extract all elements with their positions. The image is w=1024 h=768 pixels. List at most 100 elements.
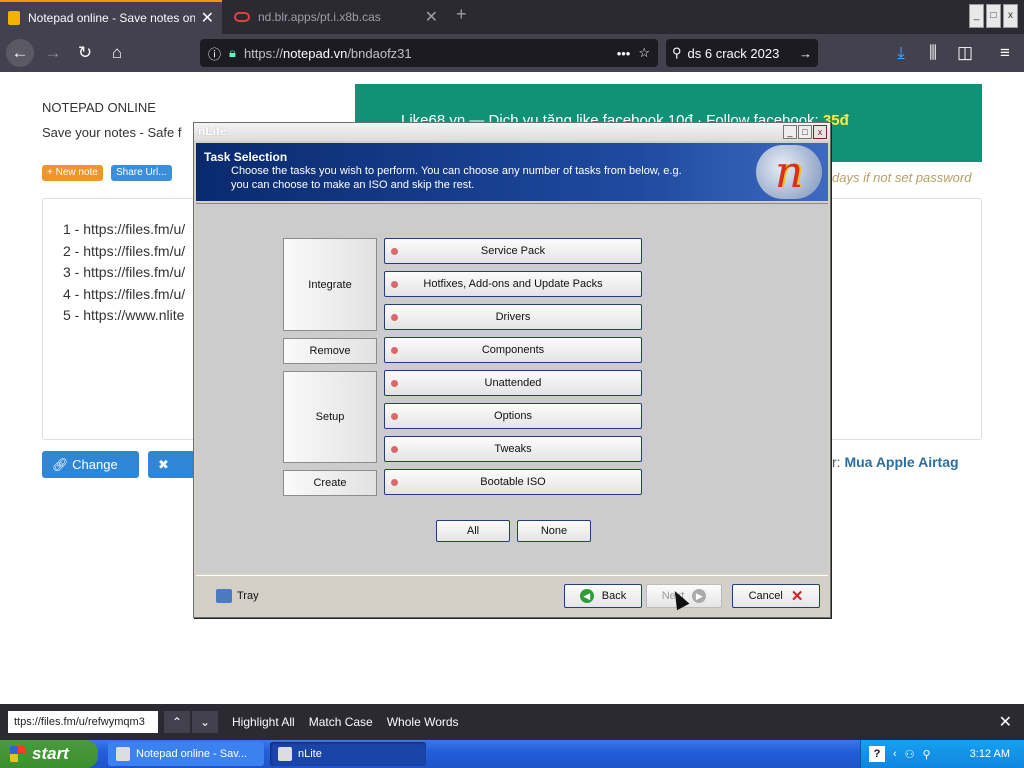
tray-button[interactable]: Tray	[216, 589, 259, 603]
status-dot-icon	[391, 280, 398, 288]
status-dot-icon	[391, 313, 398, 321]
site-subtitle: Save your notes - Safe f	[42, 125, 182, 140]
tab-other[interactable]: nd.blr.apps/pt.i.x8b.cas ✕	[226, 0, 446, 34]
taskbar-item-notepad[interactable]: Notepad online - Sav...	[108, 742, 264, 766]
back-button[interactable]: ◀ Back	[564, 584, 642, 608]
match-case-toggle[interactable]: Match Case	[309, 715, 373, 729]
taskbar-item-nlite[interactable]: nLite	[270, 742, 426, 766]
library-icon[interactable]: ⫼	[920, 41, 946, 65]
find-next-icon[interactable]: ⌄	[192, 711, 218, 733]
address-bar[interactable]: ⓘ 🔒︎ https://notepad.vn/bndaofz31 ••• ☆	[200, 39, 658, 67]
password-hint: days if not set password	[832, 170, 972, 185]
nlite-dialog: nLite _ □ x Task Selection Choose the ta…	[193, 122, 831, 618]
select-all-button[interactable]: All	[436, 520, 510, 542]
sidebar-icon[interactable]: ◫	[952, 41, 978, 65]
task-hotfixes[interactable]: Hotfixes, Add-ons and Update Packs	[384, 271, 642, 297]
search-go-icon[interactable]: →	[799, 46, 812, 61]
menu-icon[interactable]: ≡	[992, 41, 1018, 65]
search-tray-icon[interactable]: ⚲	[923, 748, 931, 761]
status-dot-icon	[391, 412, 398, 420]
dialog-minimize-button[interactable]: _	[783, 125, 797, 139]
link-icon: 🔗︎	[52, 457, 69, 472]
browser-window-controls: _ □ x	[969, 4, 1018, 28]
task-bootable-iso[interactable]: Bootable ISO	[384, 469, 642, 495]
tab-notepad[interactable]: Notepad online - Save notes online ✕	[0, 0, 222, 34]
rename-icon: ✖	[158, 457, 169, 472]
highlight-all-toggle[interactable]: Highlight All	[232, 715, 295, 729]
share-url-button[interactable]: Share Url...	[111, 165, 172, 181]
status-dot-icon	[391, 445, 398, 453]
whole-words-toggle[interactable]: Whole Words	[387, 715, 459, 729]
close-tab-icon[interactable]: ✕	[201, 8, 214, 28]
url-text: https://notepad.vn/bndaofz31	[243, 45, 412, 61]
bookmark-star-icon[interactable]: ☆	[638, 45, 650, 61]
cancel-x-icon: ✕	[790, 588, 804, 605]
site-title: NOTEPAD ONLINE	[42, 100, 156, 115]
find-input[interactable]: ttps://files.fm/u/refwymqm3	[8, 711, 158, 733]
close-tab-icon[interactable]: ✕	[425, 7, 438, 27]
dialog-footer: Tray ◀ Back Next ▶ Cancel ✕	[196, 575, 828, 615]
info-icon[interactable]: ⓘ	[208, 44, 221, 63]
task-tweaks[interactable]: Tweaks	[384, 436, 642, 462]
select-none-button[interactable]: None	[517, 520, 591, 542]
dialog-app-name: nLite	[198, 124, 227, 138]
next-arrow-icon: ▶	[692, 589, 707, 603]
lock-icon: 🔒︎	[229, 45, 236, 60]
task-selection-panel: Integrate Remove Setup Create Service Pa…	[196, 203, 828, 573]
tray-expand-icon[interactable]: ‹	[893, 748, 897, 760]
help-icon[interactable]: ?	[869, 746, 885, 762]
category-integrate[interactable]: Integrate	[283, 238, 377, 331]
close-find-bar-icon[interactable]: ✕	[999, 712, 1012, 732]
task-components[interactable]: Components	[384, 337, 642, 363]
tray-icon	[216, 589, 232, 603]
close-window-button[interactable]: x	[1003, 4, 1018, 28]
network-icon[interactable]: ⚇	[905, 748, 915, 761]
system-tray: ? ‹ ⚇ ⚲ 3:12 AM	[860, 740, 1024, 768]
notepad-favicon-icon	[8, 11, 20, 25]
windows-logo-icon	[10, 746, 26, 762]
search-input[interactable]: ds 6 crack 2023	[688, 46, 793, 61]
task-service-pack[interactable]: Service Pack	[384, 238, 642, 264]
new-note-button[interactable]: + New note	[42, 165, 103, 181]
start-button[interactable]: start	[0, 740, 98, 768]
find-previous-icon[interactable]: ⌃	[164, 711, 190, 733]
status-dot-icon	[391, 478, 398, 486]
download-icon[interactable]: ⤓	[888, 41, 914, 65]
back-arrow-icon[interactable]: ←	[6, 39, 34, 67]
forward-arrow-icon[interactable]: →	[40, 41, 66, 65]
status-dot-icon	[391, 379, 398, 387]
page-actions-icon[interactable]: •••	[617, 46, 631, 61]
task-options[interactable]: Options	[384, 403, 642, 429]
back-arrow-icon: ◀	[579, 589, 594, 603]
tab-title: nd.blr.apps/pt.i.x8b.cas	[258, 10, 381, 24]
header-description: Choose the tasks you wish to perform. Yo…	[231, 165, 682, 177]
nlite-logo-icon: n	[756, 145, 822, 199]
category-remove[interactable]: Remove	[283, 338, 377, 364]
header-description: you can choose to make an ISO and skip t…	[231, 179, 475, 191]
task-drivers[interactable]: Drivers	[384, 304, 642, 330]
rename-button[interactable]: ✖ Ren	[148, 451, 198, 499]
nav-bar: ← → ↻ ⌂ ⓘ 🔒︎ https://notepad.vn/bndaofz3…	[0, 34, 1024, 72]
dialog-close-button[interactable]: x	[813, 125, 827, 139]
dialog-window-controls: _ □ x	[783, 125, 827, 139]
category-create[interactable]: Create	[283, 470, 377, 496]
search-icon: ⚲	[672, 45, 682, 60]
dialog-maximize-button[interactable]: □	[798, 125, 812, 139]
dialog-titlebar[interactable]: nLite _ □ x	[194, 123, 830, 141]
task-unattended[interactable]: Unattended	[384, 370, 642, 396]
cancel-button[interactable]: Cancel ✕	[732, 584, 820, 608]
clock: 3:12 AM	[969, 748, 1010, 760]
home-icon[interactable]: ⌂	[104, 41, 130, 65]
ad-link[interactable]: r: Mua Apple Airtag	[832, 454, 959, 470]
find-bar: ttps://files.fm/u/refwymqm3 ⌃ ⌄ Highligh…	[0, 704, 1024, 740]
maximize-button[interactable]: □	[986, 4, 1001, 28]
reload-icon[interactable]: ↻	[72, 41, 98, 65]
new-tab-icon[interactable]: +	[456, 4, 467, 25]
change-url-button[interactable]: 🔗︎ Change Url	[42, 451, 139, 499]
tab-title: Notepad online - Save notes online	[28, 11, 195, 25]
minimize-button[interactable]: _	[969, 4, 984, 28]
nlite-icon	[278, 747, 292, 761]
search-bar[interactable]: ⚲ ds 6 crack 2023 →	[666, 39, 818, 67]
taskbar: start Notepad online - Sav... nLite ? ‹ …	[0, 740, 1024, 768]
category-setup[interactable]: Setup	[283, 371, 377, 463]
